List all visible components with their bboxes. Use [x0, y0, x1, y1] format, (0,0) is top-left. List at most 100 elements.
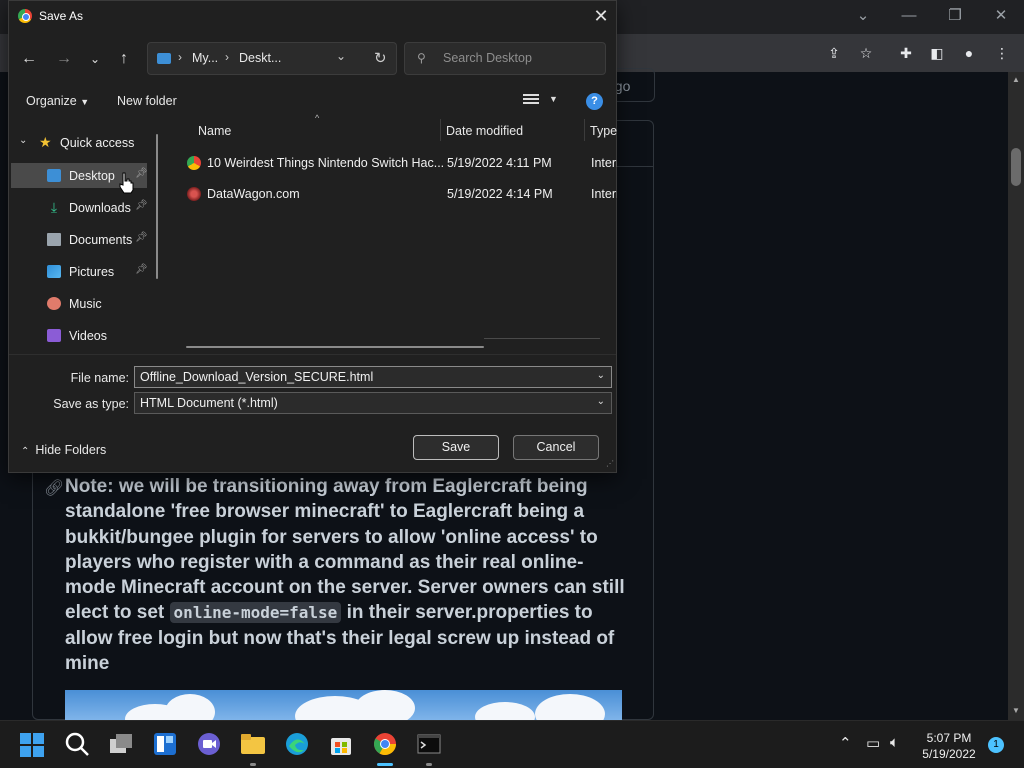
- cancel-button[interactable]: Cancel: [513, 435, 599, 460]
- column-header-date[interactable]: Date modified: [446, 124, 523, 138]
- side-panel-icon[interactable]: ◧: [926, 42, 948, 64]
- save-button[interactable]: Save: [413, 435, 499, 460]
- save-as-type-select[interactable]: HTML Document (*.html) ⌄: [134, 392, 612, 414]
- task-view-icon[interactable]: [108, 731, 134, 757]
- running-indicator: [426, 763, 432, 766]
- volume-icon[interactable]: 🔈︎: [890, 734, 899, 751]
- microsoft-store-icon[interactable]: [328, 731, 354, 757]
- up-arrow-icon[interactable]: ↑: [112, 47, 136, 71]
- back-arrow-icon[interactable]: ←: [17, 47, 41, 71]
- column-divider[interactable]: [584, 119, 585, 141]
- browser-restore-icon[interactable]: ❐: [932, 0, 978, 30]
- page-scrollbar[interactable]: ▲ ▼: [1008, 72, 1024, 720]
- browser-close-icon[interactable]: ✕: [978, 0, 1024, 30]
- scroll-down-arrow-icon[interactable]: ▼: [1008, 706, 1024, 715]
- dialog-titlebar[interactable]: Save As ✕: [9, 1, 616, 32]
- search-box[interactable]: ⚲: [404, 42, 606, 75]
- save-as-dialog: Save As ✕ ← → ⌄ ↑ › My... › Deskt... ⌄ ↻…: [8, 0, 617, 473]
- breadcrumb-segment-1[interactable]: My...: [192, 51, 218, 65]
- quick-access-item[interactable]: ⌄ ★ Quick access: [11, 133, 161, 155]
- nav-item-label: Videos: [69, 329, 107, 343]
- nav-item-videos[interactable]: Videos: [11, 323, 147, 348]
- music-icon: [47, 297, 61, 310]
- save-as-type-value: HTML Document (*.html): [140, 396, 278, 410]
- file-name-input[interactable]: Offline_Download_Version_SECURE.html: [140, 370, 373, 384]
- view-options-icon[interactable]: [523, 94, 539, 108]
- pictures-icon: [47, 265, 61, 278]
- nav-item-downloads[interactable]: ⤓ Downloads 📌︎: [11, 195, 148, 220]
- view-dropdown-icon[interactable]: ▼: [549, 94, 558, 104]
- hide-folders-button[interactable]: ⌃ Hide Folders: [21, 443, 106, 457]
- system-clock[interactable]: 5:07 PM 5/19/2022: [916, 730, 982, 762]
- downloads-icon: ⤓: [50, 199, 58, 215]
- extensions-icon[interactable]: ✚: [895, 42, 917, 64]
- file-type: Internet Shortcut: [591, 187, 617, 201]
- file-name-label: File name:: [70, 371, 129, 385]
- anchor-link-icon[interactable]: 🔗︎: [44, 476, 64, 501]
- chrome-shortcut-icon: [187, 156, 201, 170]
- nav-item-music[interactable]: Music: [11, 291, 147, 316]
- breadcrumb-chevron-icon[interactable]: ›: [225, 50, 229, 64]
- file-explorer-icon[interactable]: [240, 731, 266, 757]
- teams-chat-icon[interactable]: [196, 731, 222, 757]
- breadcrumb-chevron-icon[interactable]: ›: [178, 50, 182, 64]
- pin-icon[interactable]: 📌︎: [135, 264, 148, 275]
- windows-start-icon[interactable]: [20, 733, 44, 757]
- file-type: Internet Shortcut: [591, 156, 617, 170]
- file-row[interactable]: DataWagon.com 5/19/2022 4:14 PM Internet…: [183, 181, 617, 205]
- file-row[interactable]: 10 Weirdest Things Nintendo Switch Hac..…: [183, 150, 617, 174]
- search-input[interactable]: [443, 51, 593, 65]
- share-icon[interactable]: ⇪: [823, 42, 845, 64]
- column-header-name[interactable]: Name: [198, 124, 231, 138]
- refresh-icon[interactable]: ↻: [374, 49, 387, 67]
- recent-locations-chevron-icon[interactable]: ⌄: [83, 47, 107, 71]
- scrollbar-thumb[interactable]: [1011, 148, 1021, 186]
- pin-icon[interactable]: 📌︎: [135, 232, 148, 243]
- chrome-icon[interactable]: [372, 731, 398, 757]
- column-header-type[interactable]: Type: [590, 124, 617, 138]
- nav-item-documents[interactable]: Documents 📌︎: [11, 227, 148, 252]
- this-pc-icon: [157, 53, 171, 64]
- running-indicator: [250, 763, 256, 766]
- hide-folders-label: Hide Folders: [35, 443, 107, 457]
- pin-icon[interactable]: 📌︎: [135, 200, 148, 211]
- save-as-type-dropdown-icon[interactable]: ⌄: [597, 396, 605, 407]
- nav-item-label: Music: [69, 297, 102, 311]
- show-hidden-icons-chevron-icon[interactable]: ⌃: [839, 734, 852, 752]
- browser-minimize-icon[interactable]: —: [886, 0, 932, 30]
- address-dropdown-icon[interactable]: ⌄: [336, 49, 346, 63]
- address-bar[interactable]: › My... › Deskt... ⌄ ↻: [147, 42, 397, 75]
- column-divider[interactable]: [440, 119, 441, 141]
- star-icon: ★: [39, 134, 52, 150]
- search-icon[interactable]: [64, 731, 90, 757]
- file-list-horizontal-scrollbar[interactable]: [186, 346, 484, 348]
- edge-icon[interactable]: [284, 731, 310, 757]
- browser-menu-icon[interactable]: ⋮: [991, 42, 1013, 64]
- nav-item-label: Pictures: [69, 265, 115, 279]
- notification-badge[interactable]: 1: [988, 737, 1004, 753]
- terminal-icon[interactable]: [416, 731, 442, 757]
- search-icon: ⚲: [417, 51, 426, 65]
- pin-icon[interactable]: 📌︎: [135, 168, 148, 179]
- widgets-icon[interactable]: [152, 731, 178, 757]
- file-name-field[interactable]: Offline_Download_Version_SECURE.html ⌄: [134, 366, 612, 388]
- resize-grip-icon[interactable]: ⋰: [606, 460, 615, 471]
- expand-chevron-icon[interactable]: ⌄: [19, 135, 27, 146]
- forward-arrow-icon[interactable]: →: [52, 47, 76, 71]
- breadcrumb-segment-2[interactable]: Deskt...: [239, 51, 281, 65]
- nav-item-label: Documents: [69, 233, 133, 247]
- browser-tab-search-icon[interactable]: ⌄: [840, 0, 886, 30]
- bookmark-star-icon[interactable]: ☆: [855, 42, 877, 64]
- file-name-dropdown-icon[interactable]: ⌄: [597, 370, 605, 381]
- hand-cursor-icon: [119, 172, 134, 194]
- scroll-up-arrow-icon[interactable]: ▲: [1008, 75, 1024, 84]
- profile-icon[interactable]: ●: [958, 42, 980, 64]
- nav-item-pictures[interactable]: Pictures 📌︎: [11, 259, 148, 284]
- help-icon[interactable]: ?: [586, 93, 603, 110]
- readme-note: 🔗︎ Note: we will be transitioning away f…: [44, 474, 634, 676]
- network-icon[interactable]: ▭: [866, 734, 880, 752]
- new-folder-button[interactable]: New folder: [117, 94, 177, 108]
- dialog-close-icon[interactable]: ✕: [587, 3, 615, 29]
- organize-button[interactable]: Organize ▼: [26, 94, 89, 108]
- nav-pane-scrollbar[interactable]: [156, 134, 158, 279]
